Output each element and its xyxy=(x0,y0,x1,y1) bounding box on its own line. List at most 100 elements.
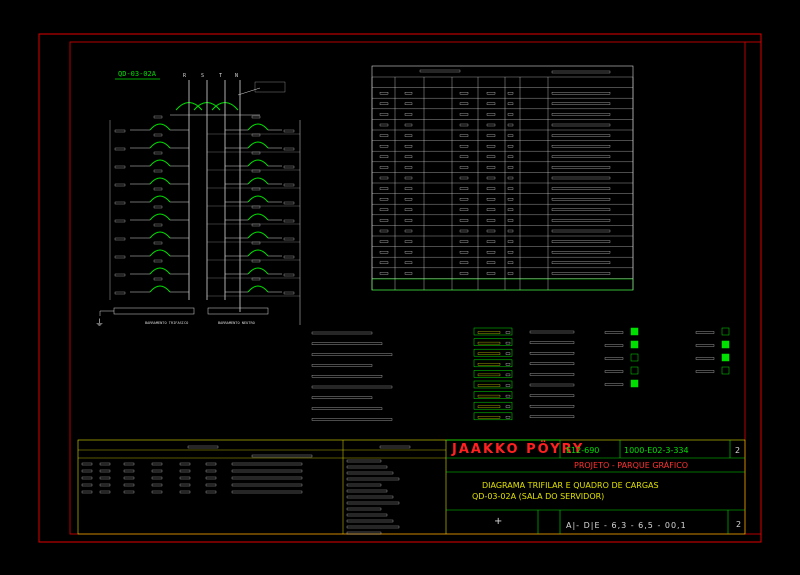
cad-text xyxy=(251,241,261,245)
cad-text xyxy=(459,208,469,211)
phase-label-r: R xyxy=(183,73,187,79)
cad-text xyxy=(311,353,393,356)
cad-text xyxy=(114,291,126,295)
branch-breaker-left xyxy=(149,123,171,131)
branch-breaker-right xyxy=(247,213,269,221)
cad-text xyxy=(346,477,400,481)
cad-text xyxy=(404,166,413,169)
cad-text xyxy=(81,476,93,480)
branch-breaker-left xyxy=(149,195,171,203)
cad-text xyxy=(529,352,575,355)
cad-text xyxy=(346,465,388,469)
cad-text xyxy=(153,169,163,173)
cad-text xyxy=(505,405,511,408)
cad-text xyxy=(486,240,496,243)
cad-text xyxy=(695,357,715,360)
cad-text xyxy=(205,483,217,487)
cad-text xyxy=(505,352,511,355)
cad-text xyxy=(404,176,413,180)
status-indicator xyxy=(721,340,730,349)
status-panel xyxy=(604,327,730,388)
cad-text xyxy=(153,259,163,263)
cad-text xyxy=(604,344,624,347)
cad-text xyxy=(123,462,135,466)
cad-text xyxy=(486,229,496,233)
cad-text xyxy=(404,145,413,148)
cad-text xyxy=(551,123,611,127)
branch-breaker-left xyxy=(149,267,171,275)
cad-text xyxy=(251,169,261,173)
cad-text xyxy=(507,272,514,275)
cad-text xyxy=(153,223,163,227)
notes-block xyxy=(311,327,575,421)
three-phase-bus-box xyxy=(113,307,195,315)
cad-text xyxy=(505,363,511,366)
branch-breaker-right xyxy=(247,249,269,257)
project-name: PROJETO - PARQUE GRÁFICO xyxy=(574,461,689,470)
cad-text xyxy=(507,261,514,264)
cad-text xyxy=(231,483,303,487)
cad-text xyxy=(477,363,501,366)
cad-text xyxy=(404,219,413,222)
cad-text xyxy=(507,176,514,180)
electrical-drawing-canvas: QD-03-02A R S T N BARRAMENTO TRIFASICO B… xyxy=(38,33,762,543)
cad-text xyxy=(604,357,624,360)
phase-label-s: S xyxy=(201,73,204,79)
cad-text xyxy=(459,240,469,243)
status-indicator xyxy=(721,366,730,375)
cad-text xyxy=(695,344,715,347)
revision-number: 2 xyxy=(735,446,741,455)
cad-text xyxy=(404,251,413,254)
cad-text xyxy=(507,240,514,243)
cad-text xyxy=(604,383,624,386)
cad-text xyxy=(81,462,93,466)
cad-text xyxy=(486,155,496,158)
cad-text xyxy=(123,483,135,487)
cad-text xyxy=(507,102,514,105)
cad-text xyxy=(123,469,135,473)
cad-text xyxy=(404,229,413,233)
cad-text xyxy=(346,471,394,475)
cad-text xyxy=(551,229,611,233)
cad-text xyxy=(151,462,163,466)
cad-text xyxy=(477,416,501,419)
cad-text xyxy=(486,102,496,105)
cad-text xyxy=(404,155,413,158)
plus-mark: + xyxy=(494,516,503,527)
cad-text xyxy=(231,476,303,480)
cad-text xyxy=(311,375,383,378)
cad-text xyxy=(604,370,624,373)
cad-text xyxy=(114,129,126,133)
cad-text xyxy=(529,383,575,387)
revision-table xyxy=(81,445,411,535)
cad-text xyxy=(346,459,382,463)
cad-text xyxy=(99,469,111,473)
cad-text xyxy=(379,123,389,127)
branch-breaker-left xyxy=(149,249,171,257)
cad-text xyxy=(551,70,611,74)
cad-text xyxy=(151,476,163,480)
cad-text xyxy=(477,405,501,408)
branch-breaker-left xyxy=(149,141,171,149)
cad-text xyxy=(486,145,496,148)
cad-text xyxy=(251,133,261,137)
cad-text xyxy=(459,155,469,158)
cad-text xyxy=(346,483,382,487)
drawing-title-line2: QD-03-02A (SALA DO SERVIDOR) xyxy=(472,492,605,501)
cad-text xyxy=(404,113,413,116)
cad-text xyxy=(404,134,413,137)
cad-text xyxy=(114,165,126,169)
cad-text xyxy=(99,462,111,466)
status-indicator xyxy=(630,366,639,375)
cad-text xyxy=(231,490,303,494)
cad-text xyxy=(486,134,496,137)
cad-text xyxy=(311,342,383,345)
cad-text xyxy=(404,92,413,95)
cad-text xyxy=(404,261,413,264)
cad-text xyxy=(477,394,501,398)
cad-text xyxy=(153,205,163,209)
cad-text xyxy=(283,291,295,295)
cad-text xyxy=(507,198,514,201)
cad-text xyxy=(179,469,191,473)
cad-text xyxy=(99,490,111,494)
